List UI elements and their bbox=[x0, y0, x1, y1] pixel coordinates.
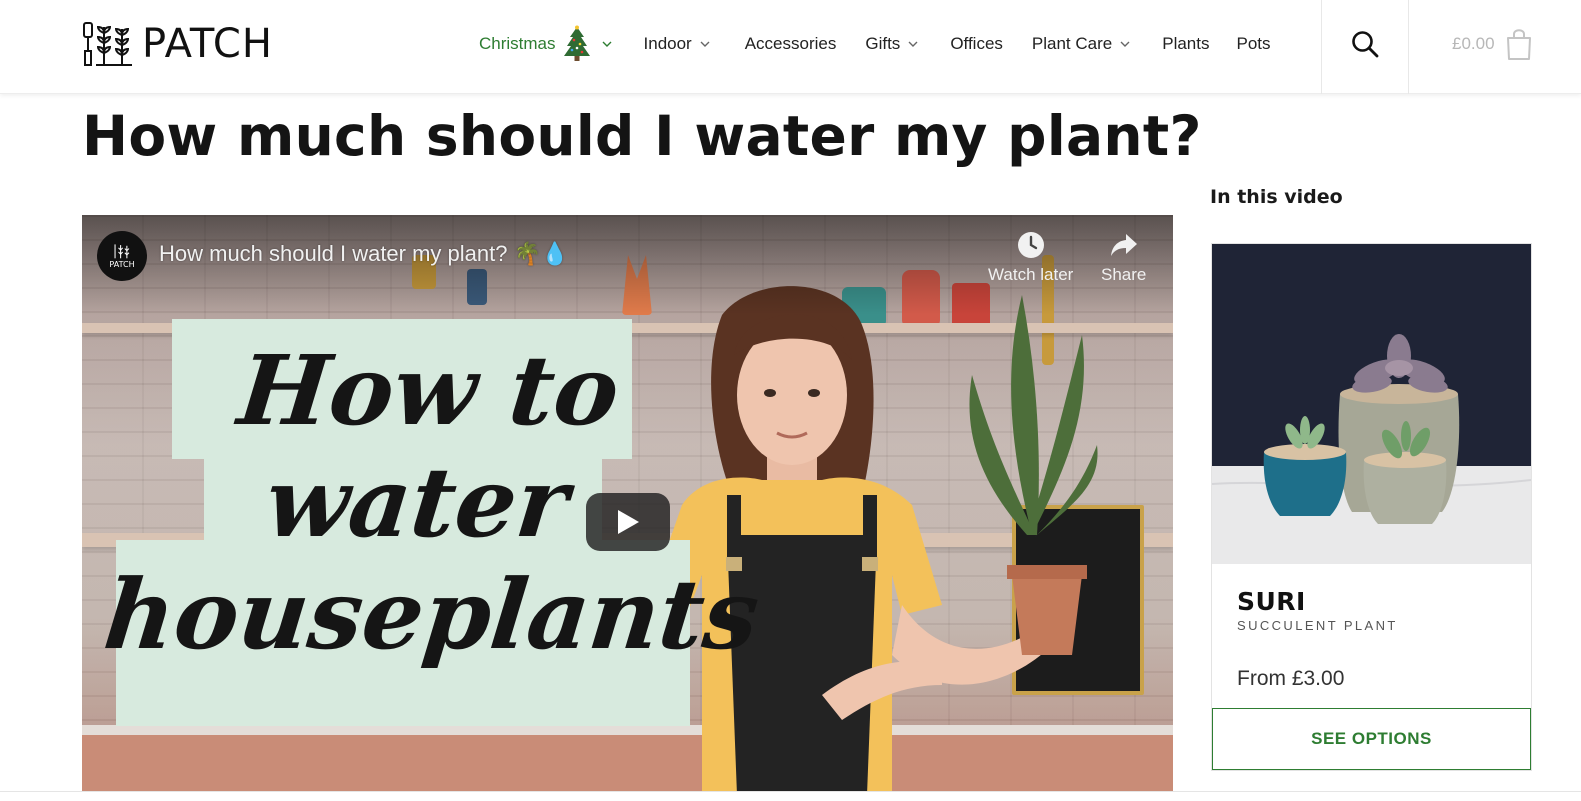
channel-avatar[interactable]: PATCH bbox=[97, 231, 147, 281]
play-icon bbox=[618, 510, 639, 534]
nav-item-label: Christmas bbox=[479, 34, 556, 53]
nav-item-gifts[interactable]: Gifts bbox=[865, 34, 918, 54]
channel-avatar-label: PATCH bbox=[109, 260, 135, 269]
watch-later-button[interactable]: Watch later bbox=[988, 231, 1073, 285]
chevron-down-icon bbox=[700, 41, 710, 47]
play-button[interactable] bbox=[586, 493, 670, 551]
cart-button[interactable]: £0.00 bbox=[1408, 0, 1581, 88]
page-divider bbox=[0, 791, 1581, 792]
product-subtitle: SUCCULENT PLANT bbox=[1237, 618, 1398, 633]
chevron-down-icon bbox=[602, 41, 612, 47]
product-card[interactable]: SURI SUCCULENT PLANT From £3.00 SEE OPTI… bbox=[1211, 243, 1532, 771]
product-image[interactable] bbox=[1212, 244, 1531, 564]
cart-total: £0.00 bbox=[1452, 34, 1495, 53]
nav-item-indoor[interactable]: Indoor bbox=[644, 34, 710, 54]
trowel-and-plants-icon bbox=[83, 22, 132, 66]
sidebar-heading: In this video bbox=[1210, 186, 1343, 208]
nav-item-label: Gifts bbox=[865, 34, 901, 53]
nav-item-label: Pots bbox=[1236, 34, 1271, 53]
overlay-line: How to bbox=[233, 334, 625, 447]
watch-later-label: Watch later bbox=[988, 265, 1074, 284]
nav-item-plants[interactable]: Plants bbox=[1162, 34, 1209, 54]
search-icon bbox=[1352, 31, 1379, 58]
video-title[interactable]: How much should I water my plant? 🌴💧 bbox=[159, 241, 568, 267]
nav-item-pots[interactable]: Pots bbox=[1236, 34, 1270, 54]
site-logo[interactable]: PATCH bbox=[82, 20, 273, 68]
share-button[interactable]: Share bbox=[1101, 231, 1146, 285]
shopping-bag-icon bbox=[1506, 29, 1531, 60]
nav-item-label: Plants bbox=[1162, 34, 1210, 53]
nav-item-label: Offices bbox=[950, 34, 1003, 53]
clock-icon bbox=[1017, 232, 1044, 258]
christmas-tree-icon bbox=[563, 25, 590, 61]
nav-item-label: Indoor bbox=[643, 34, 692, 53]
nav-item-label: Plant Care bbox=[1031, 34, 1113, 53]
share-icon bbox=[1110, 234, 1137, 256]
page-title: How much should I water my plant? bbox=[82, 104, 1202, 168]
nav-item-label: Accessories bbox=[744, 34, 837, 53]
trowel-and-plants-icon bbox=[114, 244, 130, 259]
brand-name: PATCH bbox=[142, 21, 273, 67]
nav-item-accessories[interactable]: Accessories bbox=[745, 34, 837, 54]
succulent-pots-image bbox=[1212, 244, 1531, 564]
video-player[interactable]: How to water houseplants PATCH How much … bbox=[82, 215, 1173, 791]
see-options-button[interactable]: SEE OPTIONS bbox=[1212, 708, 1531, 770]
chevron-down-icon bbox=[1120, 41, 1130, 47]
nav-item-plant-care[interactable]: Plant Care bbox=[1032, 34, 1130, 54]
site-header: PATCH Christmas Indoor Accessories Gifts… bbox=[0, 0, 1581, 94]
nav-item-offices[interactable]: Offices bbox=[950, 34, 1003, 54]
search-button[interactable] bbox=[1322, 0, 1408, 88]
main-nav: Christmas Indoor Accessories Gifts Offic… bbox=[479, 0, 1271, 88]
share-label: Share bbox=[1101, 265, 1147, 284]
chevron-down-icon bbox=[908, 41, 918, 47]
nav-item-christmas[interactable]: Christmas bbox=[479, 25, 612, 63]
product-name[interactable]: SURI bbox=[1237, 587, 1306, 616]
overlay-line: houseplants bbox=[99, 558, 764, 671]
product-price: From £3.00 bbox=[1237, 667, 1345, 690]
